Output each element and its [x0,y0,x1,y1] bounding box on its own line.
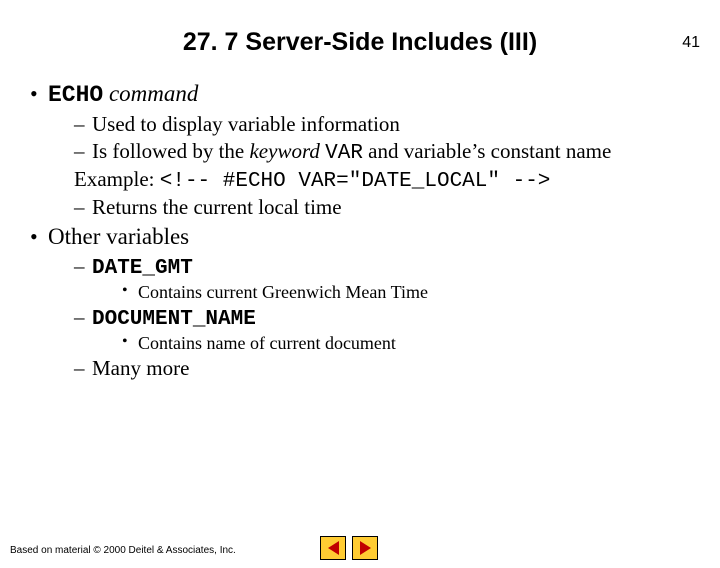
bullet-other: Other variables DATE_GMT Contains curren… [26,224,694,381]
page-number: 41 [682,34,700,52]
many-more: Many more [74,356,694,381]
echo-sub-2b: and variable’s constant name [363,139,611,163]
slide: 41 27. 7 Server-Side Includes (III) ECHO… [0,28,720,568]
content-body: ECHO command Used to display variable in… [0,81,720,381]
echo-sub-1: Used to display variable information [74,112,694,137]
arrow-left-icon [328,541,339,555]
footer-credit: Based on material © 2000 Deitel & Associ… [10,545,236,556]
echo-sub-2-var: VAR [325,142,363,165]
bullet-echo: ECHO command Used to display variable in… [26,81,694,220]
echo-sub-2: Is followed by the keyword VAR and varia… [74,139,694,165]
echo-sub-2-keyword: keyword [249,139,325,163]
var-document-name: DOCUMENT_NAME Contains name of current d… [74,305,694,354]
echo-command-label: ECHO [48,82,103,108]
slide-title: 27. 7 Server-Side Includes (III) [0,28,720,57]
other-vars-label: Other variables [48,224,189,249]
example-label: Example: [74,167,160,191]
document-name-name: DOCUMENT_NAME [92,308,256,331]
echo-sub-2a: Is followed by the [92,139,249,163]
document-name-desc: Contains name of current document [122,333,694,354]
date-gmt-name: DATE_GMT [92,257,193,280]
date-gmt-desc: Contains current Greenwich Mean Time [122,282,694,303]
echo-command-rest: command [103,81,198,106]
echo-example: Example: <!-- #ECHO VAR="DATE_LOCAL" --> [74,167,694,193]
var-date-gmt: DATE_GMT Contains current Greenwich Mean… [74,254,694,303]
example-code: <!-- #ECHO VAR="DATE_LOCAL" --> [160,170,551,193]
arrow-right-icon [360,541,371,555]
echo-sub-3: Returns the current local time [74,195,694,220]
